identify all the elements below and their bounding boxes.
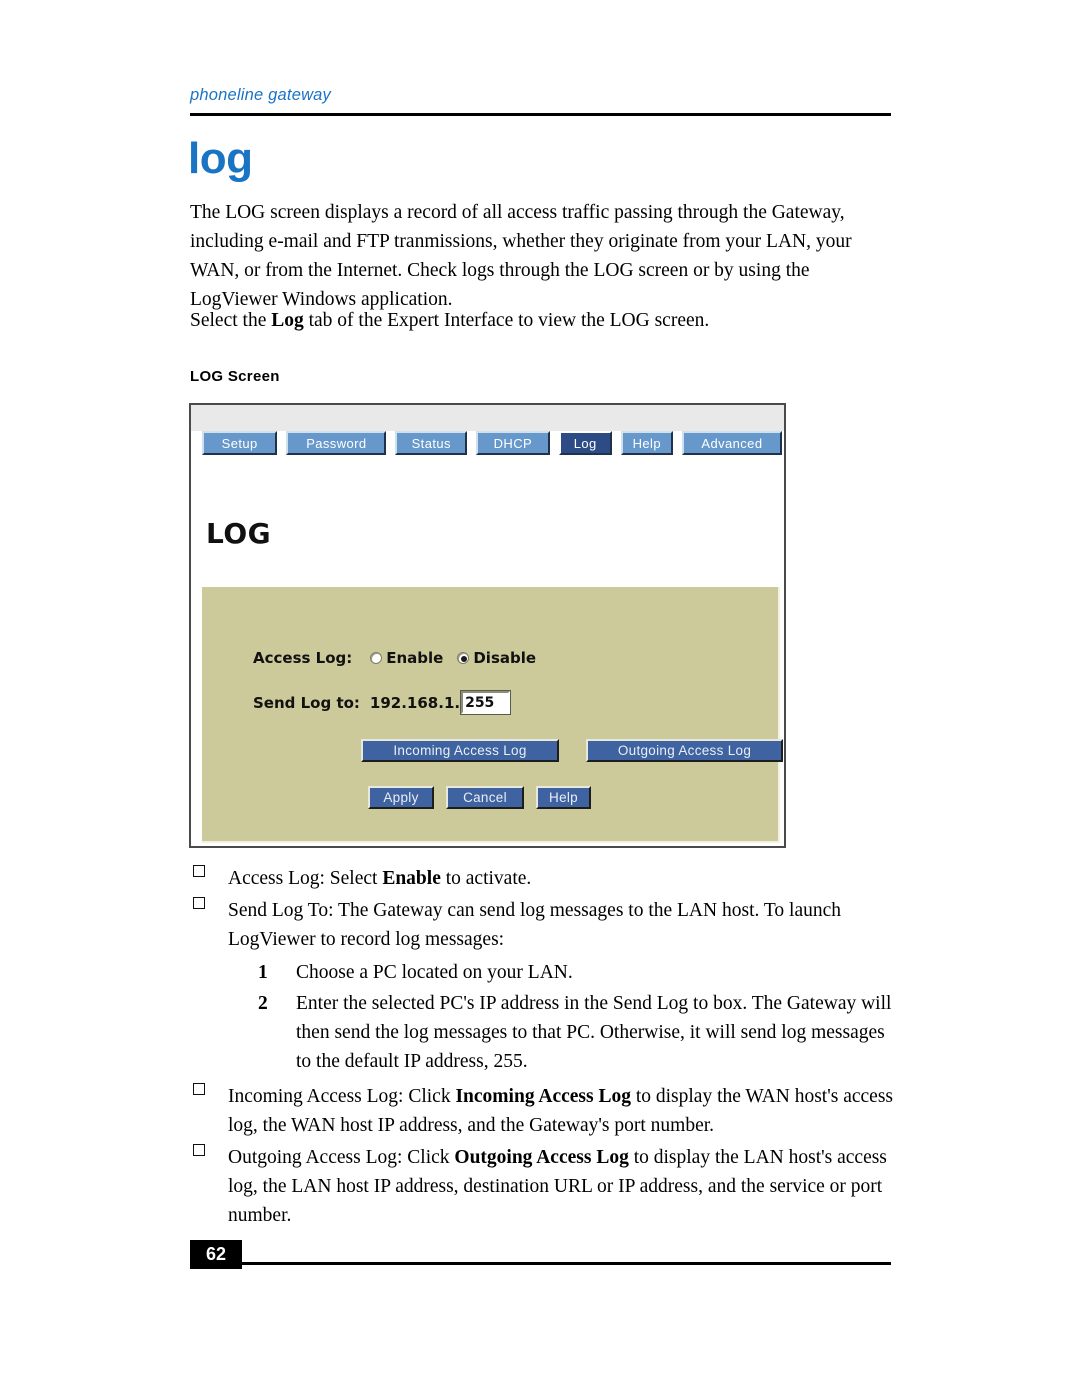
- square-bullet-icon: [193, 897, 205, 909]
- send-log-label: Send Log to:: [253, 693, 360, 712]
- send-log-ip-prefix: 192.168.1.: [369, 693, 461, 712]
- bullet-pre: Incoming Access Log: Click: [228, 1086, 456, 1107]
- access-log-button-row: Incoming Access Log Outgoing Access Log: [361, 739, 783, 762]
- radio-enable-icon[interactable]: [370, 652, 383, 664]
- square-bullet-icon: [193, 1083, 205, 1095]
- list-item: Send Log To: The Gateway can send log me…: [190, 896, 896, 1076]
- access-log-radio-group: Enable Disable: [370, 649, 550, 667]
- step-text: Choose a PC located on your LAN.: [296, 962, 573, 983]
- tab-bar: Setup Password Status DHCP Log Help Adva…: [202, 431, 782, 461]
- bullet-bold: Outgoing Access Log: [454, 1147, 629, 1168]
- access-log-label: Access Log:: [253, 649, 353, 667]
- running-header: phoneline gateway: [190, 86, 332, 104]
- bullet-pre: Outgoing Access Log: Click: [228, 1147, 455, 1168]
- bullet-bold: Incoming Access Log: [455, 1086, 631, 1107]
- select-tab-pre: Select the: [190, 310, 272, 331]
- send-log-row: Send Log to: 192.168.1.: [253, 690, 512, 715]
- help-button[interactable]: Help: [536, 786, 591, 809]
- action-button-row: Apply Cancel Help: [368, 786, 591, 809]
- bullet-bold: Enable: [382, 868, 441, 889]
- header-rule: [190, 113, 891, 116]
- incoming-access-log-button[interactable]: Incoming Access Log: [361, 739, 559, 762]
- screen-heading: LOG: [206, 517, 272, 550]
- radio-enable-label[interactable]: Enable: [386, 649, 443, 667]
- figure-caption: LOG Screen: [190, 368, 280, 385]
- page-number: 62: [190, 1240, 242, 1269]
- log-settings-panel: Access Log: Enable Disable Send Log to: …: [202, 587, 783, 843]
- send-log-input[interactable]: [460, 690, 512, 715]
- step-number: 2: [258, 993, 268, 1014]
- square-bullet-icon: [193, 1144, 205, 1156]
- numbered-steps: 1 Choose a PC located on your LAN. 2 Ent…: [228, 958, 896, 1076]
- bullet-pre: Send Log To: The Gateway can send log me…: [228, 900, 842, 950]
- document-page: phoneline gateway log The LOG screen dis…: [0, 0, 1080, 1397]
- tab-log[interactable]: Log: [558, 431, 612, 455]
- square-bullet-icon: [193, 865, 205, 877]
- list-item: Incoming Access Log: Click Incoming Acce…: [190, 1082, 896, 1140]
- step-number: 1: [258, 962, 268, 983]
- select-tab-bold: Log: [271, 310, 304, 331]
- tab-help[interactable]: Help: [620, 431, 673, 455]
- list-item: Access Log: Select Enable to activate.: [190, 864, 896, 893]
- log-screen-screenshot: Setup Password Status DHCP Log Help Adva…: [189, 403, 786, 848]
- page-title: log: [188, 134, 253, 183]
- tab-password[interactable]: Password: [286, 431, 387, 455]
- select-tab-paragraph: Select the Log tab of the Expert Interfa…: [190, 306, 896, 335]
- step-text: Enter the selected PC's IP address in th…: [296, 993, 892, 1072]
- radio-disable-icon[interactable]: [457, 652, 470, 664]
- tab-advanced[interactable]: Advanced: [681, 431, 782, 455]
- outgoing-access-log-button[interactable]: Outgoing Access Log: [586, 739, 783, 762]
- list-item: 1 Choose a PC located on your LAN.: [258, 958, 896, 987]
- bullet-pre: Access Log: Select: [228, 868, 383, 889]
- tab-status[interactable]: Status: [395, 431, 468, 455]
- cancel-button[interactable]: Cancel: [446, 786, 524, 809]
- description-list: Access Log: Select Enable to activate. S…: [190, 864, 896, 1233]
- intro-paragraph: The LOG screen displays a record of all …: [190, 202, 852, 310]
- list-item: Outgoing Access Log: Click Outgoing Acce…: [190, 1143, 896, 1230]
- screenshot-topbar: [191, 405, 784, 431]
- list-item: 2 Enter the selected PC's IP address in …: [258, 989, 896, 1076]
- select-tab-post: tab of the Expert Interface to view the …: [303, 310, 710, 331]
- tab-setup[interactable]: Setup: [202, 431, 278, 455]
- tab-dhcp[interactable]: DHCP: [476, 431, 550, 455]
- footer-rule: [242, 1262, 891, 1265]
- access-log-row: Access Log: Enable Disable: [253, 649, 550, 667]
- bullet-post: to activate.: [440, 868, 532, 889]
- apply-button[interactable]: Apply: [368, 786, 434, 809]
- radio-disable-label[interactable]: Disable: [473, 649, 536, 667]
